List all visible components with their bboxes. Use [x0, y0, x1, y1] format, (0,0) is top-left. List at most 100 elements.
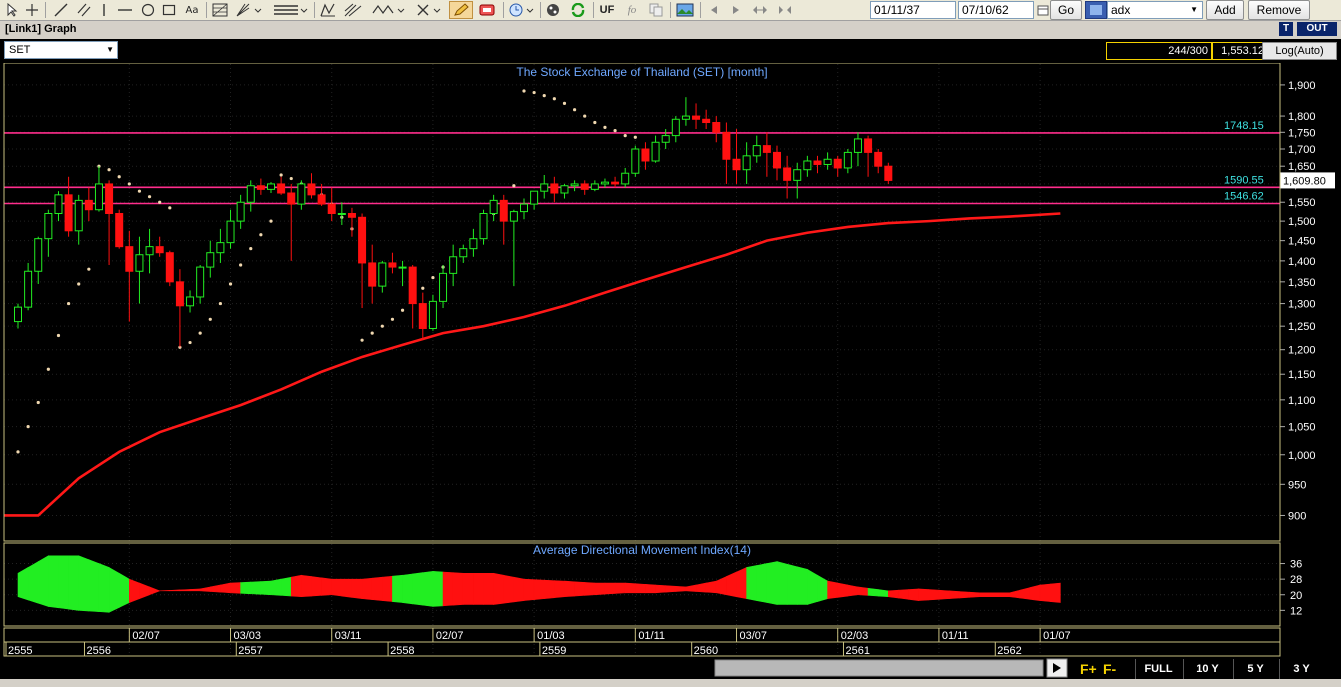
clock-icon[interactable]: [507, 1, 537, 19]
candle-body: [702, 118, 711, 124]
delete-icon[interactable]: [414, 1, 444, 19]
adx-band-segment: [776, 561, 788, 605]
adx-tick-label: 12: [1290, 605, 1302, 617]
month-tick-label: 03/03: [234, 630, 262, 642]
pitchfork-icon[interactable]: [342, 1, 366, 19]
sar-dot: [512, 184, 516, 188]
copy-icon[interactable]: [647, 1, 665, 19]
symbol-value: SET: [9, 44, 31, 56]
candle-body: [216, 242, 225, 254]
adx-band-segment: [928, 589, 940, 601]
sar-dot: [218, 301, 222, 306]
month-tick-label: 01/03: [537, 630, 565, 642]
candle-body: [469, 238, 478, 250]
horizontal-line-icon[interactable]: [115, 1, 135, 19]
candle-body: [236, 201, 245, 222]
vertical-line-icon[interactable]: [97, 1, 111, 19]
indicator-select[interactable]: adx ▼: [1107, 1, 1203, 19]
adx-band-segment: [594, 582, 606, 596]
adx-band-segment: [958, 591, 970, 599]
out-button[interactable]: OUT: [1297, 22, 1337, 36]
adx-band-segment: [432, 571, 444, 607]
sar-dot: [56, 333, 61, 338]
line-style-icon[interactable]: [270, 1, 310, 19]
pencil-icon[interactable]: [449, 1, 473, 19]
price-tick-label: 1,200: [1288, 345, 1316, 357]
refresh-icon[interactable]: [567, 1, 589, 19]
shrink-icon[interactable]: [774, 1, 796, 19]
calendar-icon[interactable]: [1036, 1, 1050, 19]
expand-icon[interactable]: [750, 1, 770, 19]
adx-band-segment: [108, 566, 120, 613]
adx-band-segment: [88, 559, 100, 612]
eraser-icon[interactable]: [475, 1, 499, 19]
fibonacci-icon[interactable]: [210, 1, 230, 19]
sar-dot: [188, 340, 192, 345]
circle-icon[interactable]: [139, 1, 157, 19]
text-tool-icon[interactable]: Aa: [182, 1, 202, 19]
candle-body: [520, 203, 528, 213]
month-tick-label: 01/11: [638, 630, 665, 642]
adx-band-segment: [1049, 582, 1061, 603]
font-increase-icon[interactable]: F+: [1080, 661, 1097, 677]
adx-band-segment: [220, 582, 231, 594]
sar-dot: [370, 331, 374, 335]
candle-body: [661, 135, 670, 143]
price-tick-label: 1,100: [1288, 395, 1316, 407]
scrollbar-thumb[interactable]: [714, 659, 1044, 677]
candle-body: [651, 141, 660, 162]
sar-dot: [552, 97, 556, 101]
chart-area[interactable]: 900 950 1,000 1,050 1,100 1,150 1,200 1,250 1,30…: [0, 62, 1341, 687]
end-date-input[interactable]: 07/10/62: [958, 1, 1034, 19]
gann-icon[interactable]: [234, 1, 264, 19]
candle-body: [742, 155, 751, 171]
nav-right-icon[interactable]: [728, 1, 744, 19]
range-full-button[interactable]: FULL: [1135, 659, 1181, 679]
candle-body: [34, 238, 43, 272]
candle-body: [692, 115, 701, 120]
crosshair-icon[interactable]: [23, 1, 41, 19]
adx-band-segment: [726, 571, 737, 598]
candle-body: [327, 203, 336, 214]
font-decrease-icon[interactable]: F-: [1103, 661, 1117, 677]
zigzag-icon[interactable]: [318, 1, 338, 19]
wave-icon[interactable]: [370, 1, 408, 19]
formula-icon[interactable]: fo: [621, 1, 643, 19]
candle-body: [246, 185, 255, 203]
nav-left-icon[interactable]: [706, 1, 722, 19]
adx-band-segment: [624, 582, 636, 594]
sar-dot: [46, 367, 50, 371]
candle-body: [408, 266, 417, 305]
price-tick-label: 1,500: [1288, 216, 1316, 228]
adx-band-segment: [989, 592, 1000, 597]
adx-band-segment: [554, 580, 565, 599]
symbol-select[interactable]: SET ▼: [4, 41, 118, 59]
parallel-lines-icon[interactable]: [75, 1, 93, 19]
adx-band-segment: [533, 579, 545, 600]
price-tick-label: 1,800: [1288, 111, 1316, 123]
adx-band-segment: [351, 578, 363, 599]
adx-band-segment: [462, 573, 474, 605]
image-icon[interactable]: [674, 1, 696, 19]
start-date-input[interactable]: 01/11/37: [870, 1, 956, 19]
adx-band-segment: [27, 561, 39, 604]
trendline-icon[interactable]: [52, 1, 70, 19]
uf-button[interactable]: UF: [597, 1, 617, 19]
indicator-icon[interactable]: [1085, 1, 1107, 19]
go-button[interactable]: Go: [1050, 0, 1082, 20]
range-5y-button[interactable]: 5 Y: [1233, 659, 1277, 679]
candle-body: [590, 183, 599, 190]
adx-band-segment: [270, 578, 282, 596]
scale-mode-button[interactable]: Log(Auto): [1262, 42, 1337, 60]
add-button[interactable]: Add: [1206, 0, 1244, 20]
range-10y-button[interactable]: 10 Y: [1183, 659, 1231, 679]
adx-band-segment: [655, 584, 666, 594]
t-button[interactable]: T: [1279, 22, 1293, 36]
adx-band-segment: [1039, 583, 1051, 602]
remove-button[interactable]: Remove: [1248, 0, 1310, 20]
rectangle-icon[interactable]: [160, 1, 178, 19]
sar-dot: [360, 338, 364, 342]
palette-icon[interactable]: [543, 1, 563, 19]
range-3y-button[interactable]: 3 Y: [1279, 659, 1323, 679]
cursor-icon[interactable]: [3, 1, 21, 19]
